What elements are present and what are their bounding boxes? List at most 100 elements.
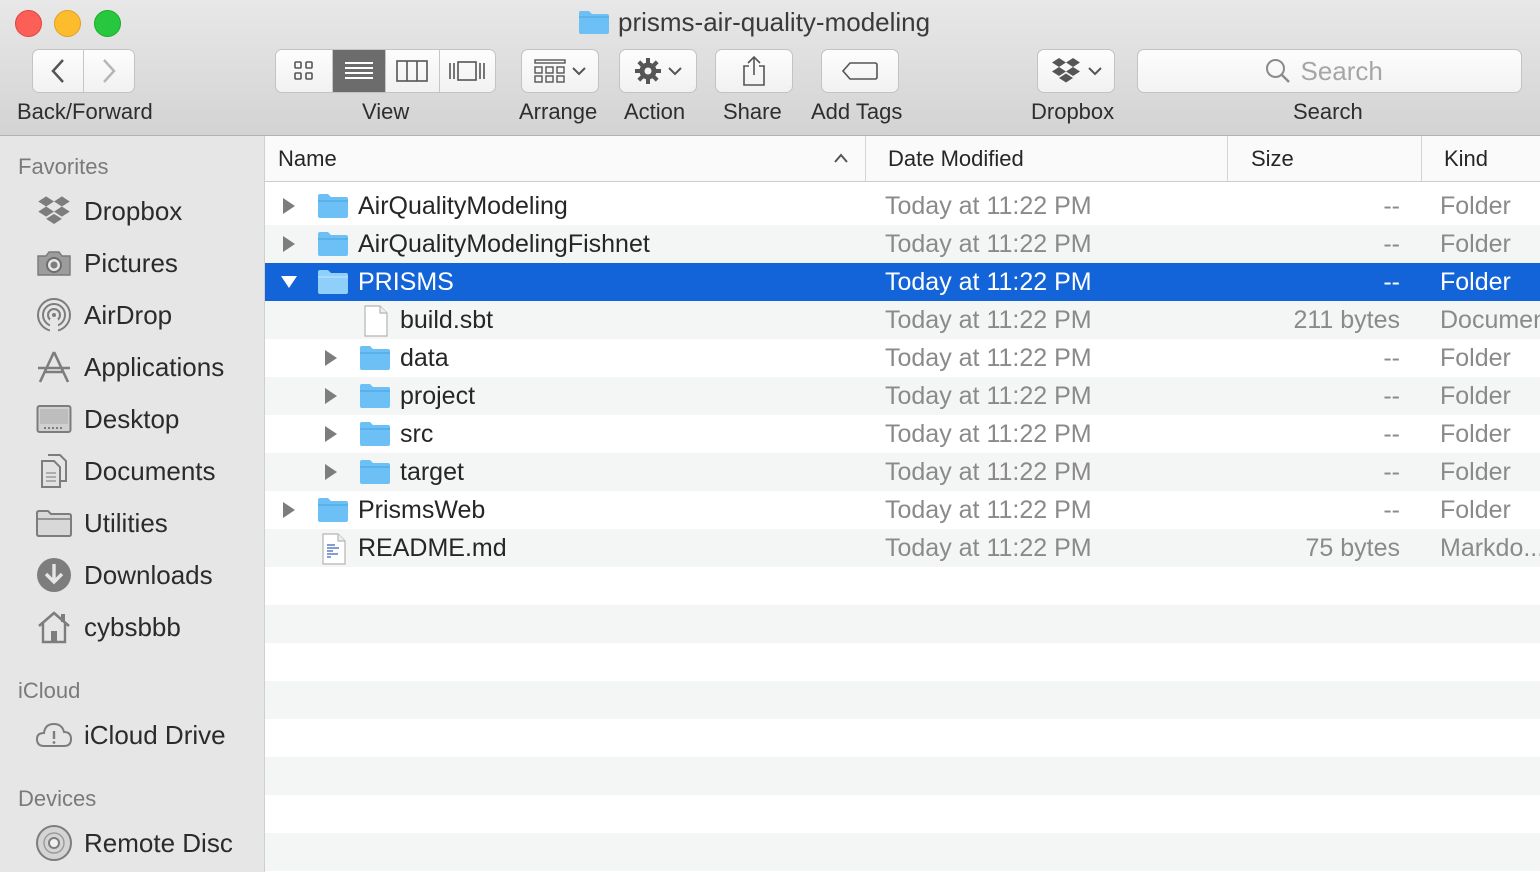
desktop-icon: [35, 400, 73, 438]
arrange-button[interactable]: [521, 49, 599, 93]
folder-icon: [35, 504, 73, 542]
list-view-button[interactable]: [333, 50, 386, 92]
file-date-modified: Today at 11:22 PM: [885, 533, 1092, 562]
file-date-modified: Today at 11:22 PM: [885, 381, 1092, 410]
dropbox-icon: [35, 192, 73, 230]
folder-icon: [359, 457, 391, 490]
dropbox-icon: [1052, 58, 1080, 83]
zoom-window-button[interactable]: [94, 10, 121, 37]
dropbox-toolbar-button[interactable]: [1037, 49, 1115, 93]
sidebar-item-utilities[interactable]: Utilities: [0, 500, 264, 546]
list-view-icon: [345, 62, 374, 79]
add-tags-label: Add Tags: [811, 99, 903, 124]
share-icon: [743, 55, 765, 86]
file-date-modified: Today at 11:22 PM: [885, 305, 1092, 334]
action-button[interactable]: [619, 49, 697, 93]
file-date-modified: Today at 11:22 PM: [885, 229, 1092, 258]
file-name: PrismsWeb: [358, 495, 486, 524]
sidebar-heading-favorites: Favorites: [18, 154, 109, 179]
file-kind: Markdo...: [1440, 533, 1540, 562]
markdown-file-icon: [321, 533, 347, 570]
icon-view-button[interactable]: [276, 50, 334, 92]
column-header-size[interactable]: Size: [1227, 136, 1421, 181]
file-name: AirQualityModelingFishnet: [358, 229, 650, 258]
disclosure-triangle-icon[interactable]: [279, 500, 299, 520]
file-row[interactable]: project Today at 11:22 PM -- Folder: [265, 377, 1540, 415]
column-header-kind[interactable]: Kind: [1421, 136, 1540, 181]
disclosure-triangle-icon[interactable]: [279, 196, 299, 216]
sidebar-item-airdrop[interactable]: AirDrop: [0, 292, 264, 338]
file-kind: Folder: [1440, 495, 1511, 524]
column-header-date[interactable]: Date Modified: [865, 136, 1227, 181]
search-input[interactable]: [1298, 54, 1395, 88]
file-row[interactable]: PrismsWeb Today at 11:22 PM -- Folder: [265, 491, 1540, 529]
share-button[interactable]: [715, 49, 793, 93]
search-field[interactable]: [1137, 49, 1522, 93]
sidebar-item-applications[interactable]: Applications: [0, 344, 264, 390]
file-row[interactable]: build.sbt Today at 11:22 PM 211 bytes Docum…: [265, 301, 1540, 339]
empty-row: [265, 833, 1540, 871]
empty-row: [265, 681, 1540, 719]
tag-icon: [841, 62, 878, 80]
close-window-button[interactable]: [15, 10, 42, 37]
disclosure-triangle-icon[interactable]: [279, 234, 299, 254]
folder-icon: [359, 381, 391, 414]
sidebar-heading-icloud: iCloud: [18, 678, 81, 703]
file-name: src: [400, 419, 434, 448]
file-kind: Folder: [1440, 191, 1511, 220]
file-row[interactable]: README.md Today at 11:22 PM 75 bytes Markdo…: [265, 529, 1540, 567]
file-row[interactable]: target Today at 11:22 PM -- Folder: [265, 453, 1540, 491]
sidebar-item-documents[interactable]: Documents: [0, 448, 264, 494]
cloud-icon: [35, 716, 73, 754]
file-size: --: [1383, 267, 1400, 296]
file-name: data: [400, 343, 449, 372]
folder-icon: [317, 267, 349, 300]
disclosure-triangle-icon[interactable]: [321, 462, 341, 482]
sidebar: Favorites Dropbox Pictures AirDrop Appli…: [0, 136, 265, 872]
sidebar-item-downloads[interactable]: Downloads: [0, 552, 264, 598]
sidebar-item-label: Desktop: [84, 403, 180, 434]
sidebar-item-label: iCloud Drive: [84, 719, 226, 750]
cover-flow-icon: [449, 61, 486, 81]
sidebar-item-home[interactable]: cybsbbb: [0, 604, 264, 650]
folder-icon: [317, 495, 349, 528]
file-date-modified: Today at 11:22 PM: [885, 457, 1092, 486]
column-view-button[interactable]: [386, 50, 440, 92]
forward-button[interactable]: [83, 50, 134, 92]
column-header-name[interactable]: Name: [265, 136, 865, 181]
cover-flow-button[interactable]: [439, 50, 495, 92]
disclosure-triangle-icon[interactable]: [321, 386, 341, 406]
file-name: PRISMS: [358, 267, 454, 296]
folder-icon: [317, 229, 349, 262]
file-kind: Folder: [1440, 457, 1511, 486]
file-row[interactable]: PRISMS Today at 11:22 PM -- Folder: [265, 263, 1540, 301]
folder-icon: [317, 191, 349, 224]
file-name: build.sbt: [400, 305, 494, 334]
disclosure-triangle-icon[interactable]: [321, 424, 341, 444]
file-list: Name Date Modified Size Kind AirQualityM…: [265, 136, 1540, 872]
sidebar-item-dropbox[interactable]: Dropbox: [0, 188, 264, 234]
sidebar-item-remote-disc[interactable]: Remote Disc: [0, 820, 264, 866]
file-size: 211 bytes: [1293, 305, 1400, 334]
sidebar-item-desktop[interactable]: Desktop: [0, 396, 264, 442]
disclosure-triangle-icon[interactable]: [321, 348, 341, 368]
add-tags-button[interactable]: [821, 49, 899, 93]
share-label: Share: [723, 99, 782, 124]
gear-icon: [635, 58, 661, 84]
file-date-modified: Today at 11:22 PM: [885, 267, 1092, 296]
file-row[interactable]: src Today at 11:22 PM -- Folder: [265, 415, 1540, 453]
sidebar-item-label: Utilities: [84, 507, 168, 538]
file-row[interactable]: data Today at 11:22 PM -- Folder: [265, 339, 1540, 377]
back-button[interactable]: [33, 50, 84, 92]
dropbox-label: Dropbox: [1031, 99, 1115, 124]
file-row[interactable]: AirQualityModeling Today at 11:22 PM -- Fol…: [265, 187, 1540, 225]
file-size: --: [1383, 495, 1400, 524]
disclosure-triangle-icon[interactable]: [279, 272, 299, 292]
sidebar-item-icloud-drive[interactable]: iCloud Drive: [0, 712, 264, 758]
file-row[interactable]: AirQualityModelingFishnet Today at 11:22 …: [265, 225, 1540, 263]
chevron-right-icon: [102, 59, 116, 83]
minimize-window-button[interactable]: [54, 10, 81, 37]
sidebar-item-pictures[interactable]: Pictures: [0, 240, 264, 286]
file-size: --: [1383, 343, 1400, 372]
folder-icon: [359, 343, 391, 376]
